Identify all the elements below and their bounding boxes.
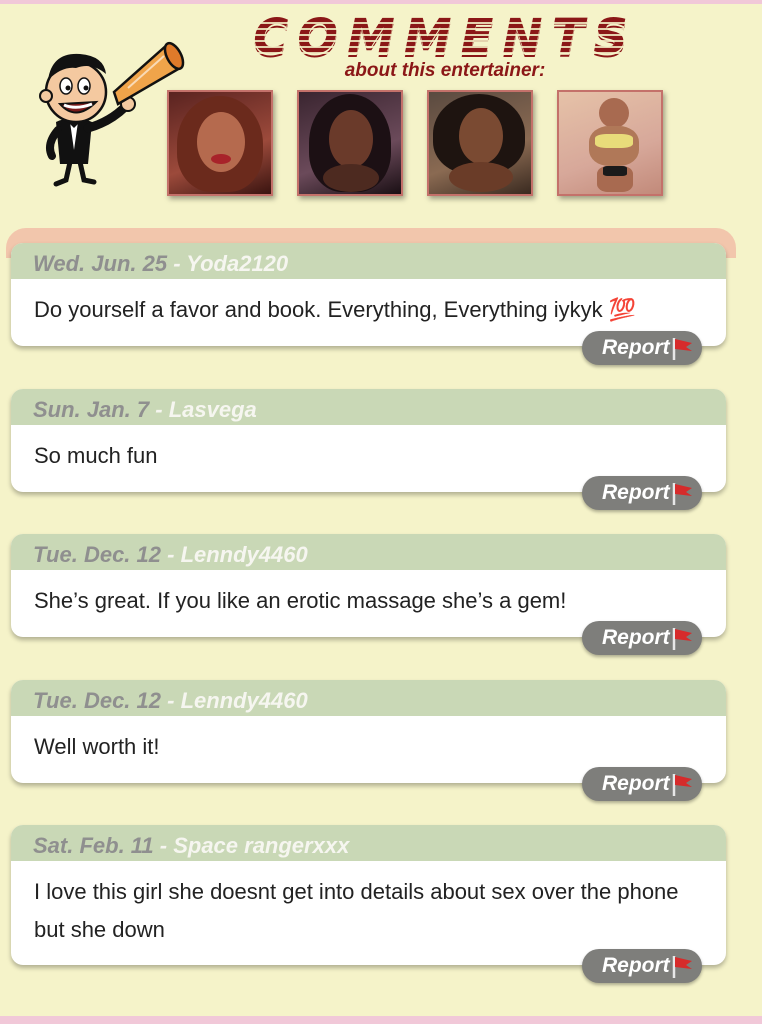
report-button[interactable]: Report bbox=[582, 476, 702, 510]
megaphone-mascot-icon bbox=[39, 41, 185, 187]
comment-meta: Sat. Feb. 11 - Space rangerxxx bbox=[11, 825, 726, 861]
comment-username[interactable]: Lenndy4460 bbox=[181, 688, 308, 713]
report-label: Report bbox=[602, 481, 670, 504]
comment-date: Tue. Dec. 12 bbox=[33, 688, 161, 713]
red-flag-icon bbox=[672, 774, 692, 796]
report-button[interactable]: Report bbox=[582, 621, 702, 655]
red-flag-icon bbox=[672, 956, 692, 978]
comment-meta: Tue. Dec. 12 - Lenndy4460 bbox=[11, 534, 726, 570]
entertainer-photo-3[interactable] bbox=[427, 90, 533, 196]
comment-card: Sat. Feb. 11 - Space rangerxxx I love th… bbox=[11, 825, 726, 965]
comment-username[interactable]: Space rangerxxx bbox=[173, 833, 349, 858]
comments-title: COMMENTS bbox=[253, 9, 637, 65]
comment-separator: - bbox=[161, 542, 181, 567]
comment-date: Sun. Jan. 7 bbox=[33, 397, 150, 422]
report-label: Report bbox=[602, 336, 670, 359]
report-label: Report bbox=[602, 954, 670, 977]
comment-username[interactable]: Lasvega bbox=[169, 397, 257, 422]
comment-text: I love this girl she doesnt get into det… bbox=[34, 879, 679, 942]
comment-date: Wed. Jun. 25 bbox=[33, 251, 168, 276]
report-label: Report bbox=[602, 772, 670, 795]
comment-username[interactable]: Lenndy4460 bbox=[181, 542, 308, 567]
entertainer-photo-2[interactable] bbox=[297, 90, 403, 196]
comment-separator: - bbox=[149, 397, 169, 422]
comment-meta: Tue. Dec. 12 - Lenndy4460 bbox=[11, 680, 726, 716]
red-flag-icon bbox=[672, 628, 692, 650]
comment-date: Tue. Dec. 12 bbox=[33, 542, 161, 567]
comment-separator: - bbox=[153, 833, 174, 858]
entertainer-photo-1[interactable] bbox=[167, 90, 273, 196]
report-label: Report bbox=[602, 626, 670, 649]
entertainer-photo-4[interactable] bbox=[557, 90, 663, 196]
comment-separator: - bbox=[167, 251, 187, 276]
comment-username[interactable]: Yoda2120 bbox=[186, 251, 288, 276]
bottom-border bbox=[0, 1016, 762, 1024]
report-button[interactable]: Report bbox=[582, 949, 702, 983]
report-button[interactable]: Report bbox=[582, 767, 702, 801]
comments-header: COMMENTS about this entertainer: bbox=[0, 0, 762, 230]
entertainer-photo-strip bbox=[165, 90, 665, 196]
report-button[interactable]: Report bbox=[582, 331, 702, 365]
comment-separator: - bbox=[161, 688, 181, 713]
comment-date: Sat. Feb. 11 bbox=[33, 833, 154, 858]
red-flag-icon bbox=[672, 338, 692, 360]
comments-subtitle: about this entertainer: bbox=[344, 60, 546, 81]
comment-meta: Sun. Jan. 7 - Lasvega bbox=[11, 389, 726, 425]
red-flag-icon bbox=[672, 483, 692, 505]
comment-meta: Wed. Jun. 25 - Yoda2120 bbox=[11, 243, 726, 279]
